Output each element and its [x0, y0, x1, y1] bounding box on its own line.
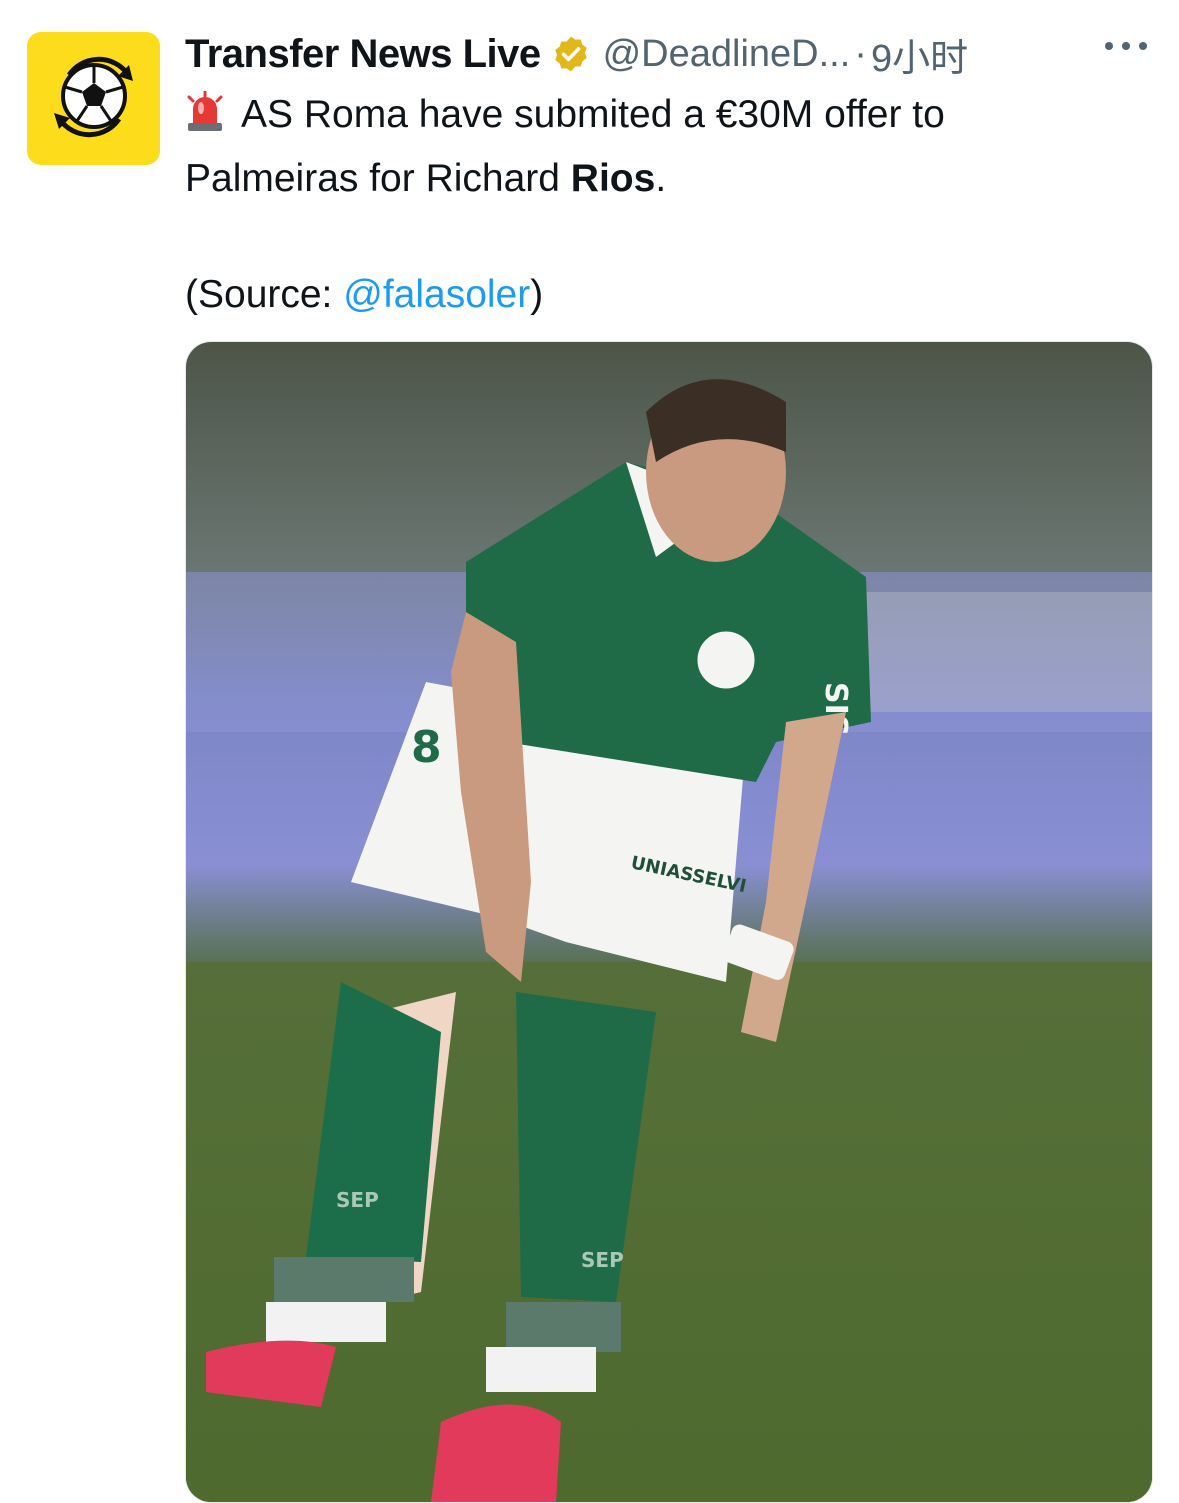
tweet-text-line-1: AS Roma have submited a €30M offer to	[241, 93, 945, 136]
sock-mark-right: SEP	[581, 1248, 624, 1272]
tweet-timestamp[interactable]: 9小时	[871, 27, 968, 82]
tweet-header: Transfer News Live @DeadlineD... · 9小时	[185, 24, 1149, 84]
tweet-body: AS Roma have submited a €30M offer to Pa…	[185, 86, 1145, 324]
author-avatar[interactable]	[27, 32, 160, 165]
source-suffix: )	[530, 273, 544, 316]
sock-mark-left: SEP	[336, 1188, 379, 1212]
meta-separator: ·	[854, 32, 867, 75]
rotating-light-icon	[185, 89, 225, 150]
tweet-media-photo[interactable]: UNIASSELVI 8 SIS SEP SEP	[185, 341, 1153, 1503]
source-mention-link[interactable]: @falasoler	[343, 273, 530, 316]
author-handle[interactable]: @DeadlineD...	[603, 33, 851, 76]
more-dots-icon[interactable]	[1103, 36, 1149, 61]
author-name[interactable]: Transfer News Live	[185, 32, 541, 77]
soccer-ball-icon	[39, 41, 149, 156]
tweet-text-period: .	[655, 157, 667, 200]
source-prefix: (Source:	[185, 273, 344, 316]
highlight-name: Rios	[570, 157, 656, 200]
verified-badge-icon	[551, 34, 591, 74]
shirt-number-text: 8	[411, 722, 442, 773]
tweet-text-line-2: Palmeiras for Richard	[185, 157, 571, 200]
